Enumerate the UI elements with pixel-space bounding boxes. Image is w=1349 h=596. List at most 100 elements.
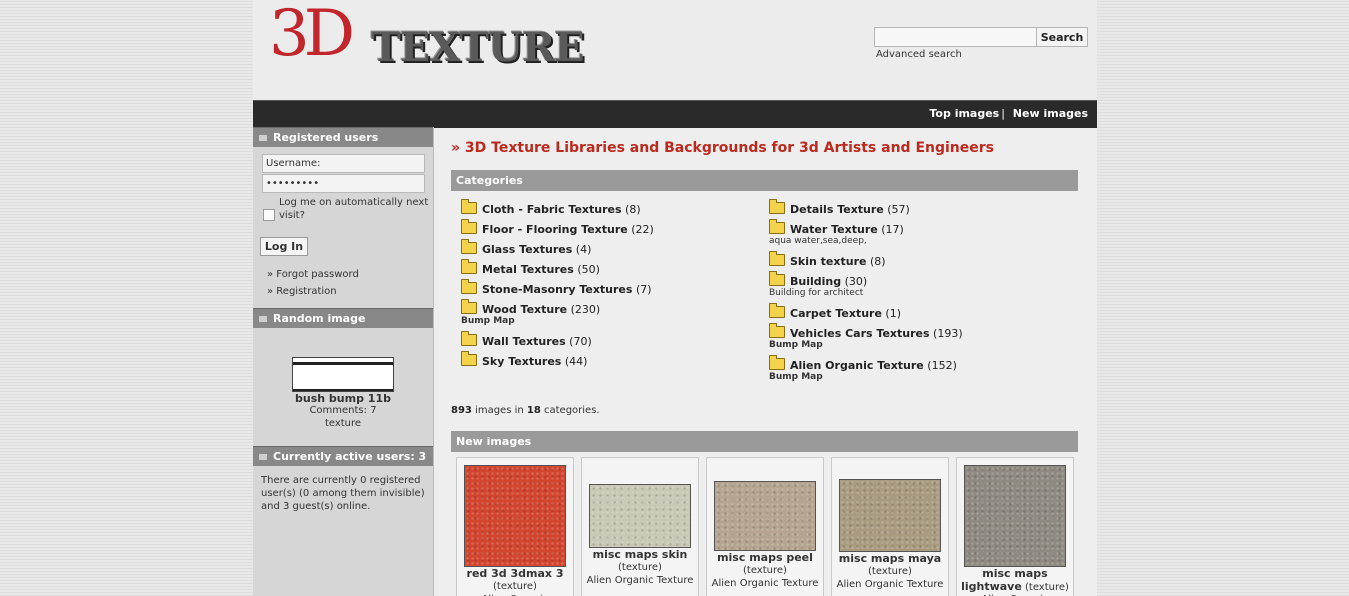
bullet-square-icon [259, 454, 267, 460]
category-item[interactable]: Carpet Texture (1) [769, 303, 902, 320]
category-item[interactable]: Stone-Masonry Textures (7) [461, 279, 652, 296]
category-item[interactable]: Vehicles Cars Textures (193) [769, 323, 963, 340]
password-field[interactable]: ••••••••• [262, 174, 425, 193]
image-card: misc mapslightwave (texture)Alien Organi… [956, 457, 1074, 596]
categories-header: Categories [451, 170, 1078, 191]
category-item[interactable]: Water Texture (17) [769, 219, 904, 236]
sidebar: Registered users Username: ••••••••• Log… [253, 127, 434, 596]
category-name[interactable]: Wood Texture [482, 303, 567, 316]
image-summary: 893 images in 18 categories. [451, 405, 600, 416]
category-subtitle[interactable]: Bump Map [461, 316, 515, 326]
random-image-header: Random image [253, 308, 433, 328]
category-item[interactable]: Building (30) [769, 271, 867, 288]
category-name[interactable]: Building [790, 275, 841, 288]
category-count: (152) [927, 359, 957, 372]
category-name[interactable]: Glass Textures [482, 243, 572, 256]
main-content: » 3D Texture Libraries and Backgrounds f… [434, 127, 1097, 596]
category-count: (193) [933, 327, 963, 340]
random-image-comments: Comments: 7 [309, 405, 377, 416]
image-type: (texture) [743, 565, 787, 576]
category-name[interactable]: Alien Organic Texture [790, 359, 924, 372]
category-count: (8) [869, 255, 886, 268]
image-category[interactable]: Alien Organic Texture [832, 578, 948, 591]
image-title[interactable]: misc maps [957, 567, 1073, 580]
image-card: misc maps skin (texture) Alien Organic Tex… [581, 457, 699, 596]
category-name[interactable]: Cloth - Fabric Textures [482, 203, 622, 216]
forgot-password-link[interactable]: » Forgot password [267, 269, 359, 280]
registration-link[interactable]: » Registration [267, 286, 337, 297]
username-field[interactable]: Username: [262, 154, 425, 173]
folder-icon [461, 199, 477, 214]
search-button[interactable]: Search [1036, 27, 1088, 47]
category-subtitle[interactable]: Bump Map [769, 372, 823, 382]
registered-users-title: Registered users [273, 131, 379, 144]
nav-separator: | [1001, 107, 1005, 120]
random-image-category[interactable]: texture [253, 418, 433, 429]
category-name[interactable]: Details Texture [790, 203, 884, 216]
search-input[interactable] [874, 27, 1038, 47]
login-button[interactable]: Log In [260, 237, 308, 256]
category-item[interactable]: Glass Textures (4) [461, 239, 591, 256]
advanced-search-link[interactable]: Advanced search [876, 49, 962, 60]
folder-icon [461, 351, 477, 366]
category-item[interactable]: Floor - Flooring Texture (22) [461, 219, 654, 236]
category-name[interactable]: Stone-Masonry Textures [482, 283, 632, 296]
active-users-title: Currently active users: 3 [273, 450, 427, 463]
category-name[interactable]: Water Texture [790, 223, 878, 236]
category-name[interactable]: Carpet Texture [790, 307, 882, 320]
category-item[interactable]: Metal Textures (50) [461, 259, 600, 276]
category-item[interactable]: Wall Textures (70) [461, 331, 592, 348]
random-image-name[interactable]: bush bump 11b [253, 392, 433, 405]
random-image-thumbnail[interactable] [292, 357, 394, 392]
active-users-text: There are currently 0 registered user(s)… [261, 475, 425, 512]
folder-icon [461, 239, 477, 254]
category-subtitle[interactable]: Bump Map [769, 340, 823, 350]
category-count: (1) [885, 307, 902, 320]
category-item[interactable]: Details Texture (57) [769, 199, 910, 216]
image-category[interactable]: Alien Organic Texture [707, 577, 823, 590]
category-count: (57) [887, 203, 910, 216]
image-title[interactable]: misc maps maya [832, 552, 948, 565]
top-images-link[interactable]: Top images [929, 107, 999, 120]
texture-thumbnail[interactable] [714, 481, 816, 551]
new-images-link[interactable]: New images [1013, 107, 1088, 120]
summary-categories-count: 18 [526, 405, 541, 416]
category-item[interactable]: Cloth - Fabric Textures (8) [461, 199, 641, 216]
image-type: (texture) [493, 581, 537, 592]
remember-me-label: Log me on automatically next visit? [279, 197, 429, 221]
category-name[interactable]: Wall Textures [482, 335, 566, 348]
username-placeholder: Username: [266, 158, 321, 169]
summary-mid-text: images in [471, 405, 527, 416]
category-count: (50) [577, 263, 600, 276]
site-logo[interactable]: 3D TEXTURE [265, 0, 585, 80]
texture-thumbnail[interactable] [964, 465, 1066, 567]
image-title-cont[interactable]: lightwave [961, 580, 1022, 593]
category-name[interactable]: Skin texture [790, 255, 866, 268]
texture-thumbnail[interactable] [589, 484, 691, 548]
category-count: (230) [570, 303, 601, 316]
registered-users-header: Registered users [253, 127, 433, 147]
category-item[interactable]: Sky Textures (44) [461, 351, 587, 368]
texture-thumbnail[interactable] [464, 465, 566, 567]
category-item[interactable]: Skin texture (8) [769, 251, 886, 268]
image-title[interactable]: misc maps peel [707, 551, 823, 564]
new-images-header: New images [451, 431, 1078, 452]
image-title[interactable]: red 3d 3dmax 3 [457, 567, 573, 580]
image-category[interactable]: Alien Organic Texture [582, 574, 698, 587]
category-name[interactable]: Floor - Flooring Texture [482, 223, 628, 236]
category-item[interactable]: Alien Organic Texture (152) [769, 355, 957, 372]
category-name[interactable]: Metal Textures [482, 263, 574, 276]
folder-icon [461, 279, 477, 294]
logo-3d-text: 3D [269, 0, 355, 71]
image-title-line2: lightwave (texture) [957, 580, 1073, 594]
category-name[interactable]: Sky Textures [482, 355, 561, 368]
image-title[interactable]: misc maps skin [582, 548, 698, 561]
folder-icon [461, 299, 477, 314]
category-count: (22) [631, 223, 654, 236]
summary-end-text: categories. [540, 405, 600, 416]
category-count: (7) [635, 283, 652, 296]
category-item[interactable]: Wood Texture (230) [461, 299, 601, 316]
remember-me-checkbox[interactable] [263, 209, 275, 221]
category-name[interactable]: Vehicles Cars Textures [790, 327, 930, 340]
texture-thumbnail[interactable] [839, 479, 941, 552]
